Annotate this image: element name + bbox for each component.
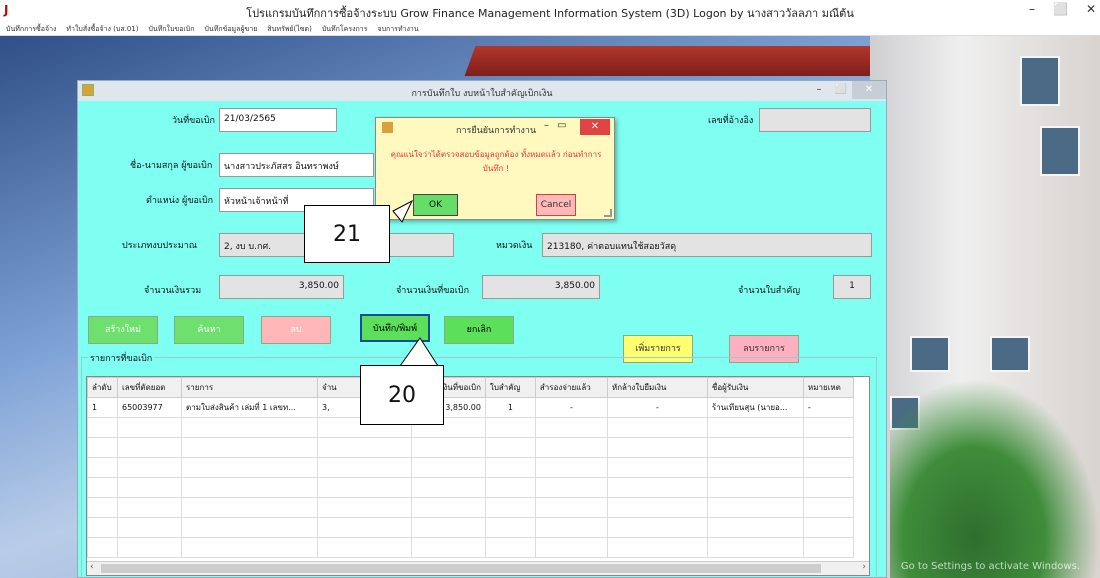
ref-no-label: เลขที่อ้างอิง [708, 116, 754, 126]
dialog-maximize-icon[interactable]: ▭ [557, 120, 566, 131]
table-cell: - [606, 397, 708, 418]
callout-step-20: 20 [360, 365, 444, 425]
building-window [1020, 56, 1060, 106]
dialog-minimize-icon[interactable]: – [544, 120, 549, 131]
table-cell: ร้านเทียนสุน (นายอ... [706, 397, 804, 418]
table-cell: - [802, 397, 854, 418]
dialog-ok-button[interactable]: OK [413, 194, 458, 216]
main-window-title: โปรแกรมบันทึกการซื้อจ้างระบบ Grow Financ… [246, 7, 854, 20]
background-roof [464, 46, 896, 76]
column-header[interactable]: ลำดับ [87, 377, 118, 398]
building-window [910, 336, 950, 372]
menu-item-purchase-order[interactable]: ทำใบสั่งซื้อจ้าง (บส.01) [66, 22, 138, 35]
table-row-empty [87, 437, 854, 458]
table-row-empty [87, 537, 854, 558]
menubar: บันทึกการซื้อจ้าง ทำใบสั่งซื้อจ้าง (บส.0… [0, 22, 1100, 36]
cancel-button[interactable]: ยกเลิก [444, 316, 514, 344]
table-row-empty [87, 517, 854, 538]
total-field[interactable]: 3,850.00 [219, 275, 344, 299]
form-window-controls: – ⬜ ✕ [808, 81, 886, 99]
total-label: จำนวนเงินรวม [144, 286, 202, 296]
column-header[interactable]: สำรองจ่ายแล้ว [534, 377, 608, 398]
requested-amount-label: จำนวนเงินที่ขอเบิก [396, 286, 470, 296]
maximize-icon[interactable]: ⬜ [1053, 2, 1068, 16]
search-button[interactable]: ค้นหา [174, 316, 244, 344]
request-items-table: ลำดับ เลขที่ตัดยอด รายการ จำน จำนวนเงินท… [87, 377, 854, 558]
menu-item-assets[interactable]: สินทรัพย์(ไซด) [267, 22, 311, 35]
confirm-dialog: การยืนยันการทำงาน – ▭ ✕ คุณแน่ใจว่าได้ตร… [375, 117, 615, 220]
request-date-label: วันที่ขอเบิก [172, 116, 215, 126]
dialog-close-icon[interactable]: ✕ [580, 119, 610, 135]
table-row[interactable]: 1 65003977 ตามใบส่งสินค้า เล่มที่ 1 เลขท… [87, 397, 854, 418]
category-label: หมวดเงิน [496, 241, 533, 251]
close-icon[interactable]: ✕ [1086, 2, 1096, 16]
request-items-group: รายการที่ขอเบิก ลำดับ เลขที่ตัดยอด รายกา… [81, 351, 877, 578]
main-window-controls: – ⬜ ✕ [1029, 2, 1096, 16]
table-row-empty [87, 417, 854, 438]
budget-type-label: ประเภทงบประมาณ [122, 241, 198, 251]
minimize-icon[interactable]: – [1029, 2, 1035, 16]
table-cell: - [534, 397, 608, 418]
menu-item-purchase[interactable]: บันทึกการซื้อจ้าง [6, 22, 56, 35]
requested-amount-field[interactable]: 3,850.00 [482, 275, 600, 299]
scroll-left-icon[interactable]: ‹ [90, 562, 94, 572]
background-tree [890, 378, 1100, 578]
callout-step-21: 21 [304, 205, 390, 263]
position-label: ตำแหน่ง ผู้ขอเบิก [146, 196, 214, 206]
menu-item-exit[interactable]: จบการทำงาน [377, 22, 418, 35]
request-date-field[interactable]: 21/03/2565 [219, 108, 337, 132]
dialog-message: คุณแน่ใจว่าได้ตรวจสอบข้อมูลถูกต้อง ทั้งห… [390, 150, 602, 173]
menu-item-request-voucher[interactable]: บันทึกใบขอเบิก [148, 22, 194, 35]
menu-item-vendor[interactable]: บันทึกข้อมูลผู้ขาย [204, 22, 257, 35]
scrollbar-thumb[interactable] [101, 564, 821, 573]
form-maximize-icon[interactable]: ⬜ [830, 81, 852, 99]
building-window [1040, 126, 1080, 176]
requester-field[interactable]: นางสาวประภัสสร อินทราพงษ์ [219, 153, 374, 177]
column-header[interactable]: เลขที่ตัดยอด [117, 377, 182, 398]
dialog-title: การยืนยันการทำงาน [456, 126, 537, 136]
form-title: การบันทึกใบ งบหน้าใบสำคัญเบิกเงิน [411, 89, 553, 99]
table-row-empty [87, 497, 854, 518]
table-row-empty [87, 477, 854, 498]
category-field[interactable]: 213180, ค่าตอบแทนใช้สอยวัสดุ [542, 233, 872, 257]
request-items-grid[interactable]: ลำดับ เลขที่ตัดยอด รายการ จำน จำนวนเงินท… [86, 376, 870, 576]
column-header[interactable]: หมายเหต [802, 377, 854, 398]
table-cell: 65003977 [117, 397, 182, 418]
form-close-icon[interactable]: ✕ [852, 81, 886, 99]
dialog-cancel-button[interactable]: Cancel [536, 194, 576, 216]
table-row-empty [87, 457, 854, 478]
main-titlebar: J โปรแกรมบันทึกการซื้อจ้างระบบ Grow Fina… [0, 0, 1100, 22]
horizontal-scrollbar[interactable]: ‹ › [87, 561, 869, 575]
voucher-count-field[interactable]: 1 [833, 275, 871, 299]
requester-label: ชื่อ-นามสกุล ผู้ขอเบิก [130, 161, 213, 171]
table-cell: 1 [484, 397, 536, 418]
save-print-button[interactable]: บันทึก/พิมพ์ [360, 314, 430, 342]
activate-windows-watermark: Go to Settings to activate Windows. [900, 561, 1080, 572]
form-minimize-icon[interactable]: – [808, 81, 830, 99]
column-header[interactable]: ใบสำคัญ [484, 377, 536, 398]
dialog-app-icon [382, 122, 393, 133]
new-button[interactable]: สร้างใหม่ [88, 316, 158, 344]
request-items-group-title: รายการที่ขอเบิก [88, 351, 155, 365]
scroll-right-icon[interactable]: › [862, 562, 866, 572]
building-window [990, 336, 1030, 372]
ref-no-field[interactable] [759, 108, 871, 132]
form-titlebar: การบันทึกใบ งบหน้าใบสำคัญเบิกเงิน – ⬜ ✕ [78, 81, 886, 101]
table-header-row: ลำดับ เลขที่ตัดยอด รายการ จำน จำนวนเงินท… [87, 377, 854, 398]
table-cell: ตามใบส่งสินค้า เล่มที่ 1 เลขท... [181, 397, 318, 418]
table-cell: 1 [87, 397, 118, 418]
column-header[interactable]: ชื่อผู้รับเงิน [706, 377, 804, 398]
dialog-titlebar: การยืนยันการทำงาน – ▭ ✕ [376, 118, 614, 138]
column-header[interactable]: รายการ [181, 377, 318, 398]
delete-button[interactable]: ลบ [261, 316, 331, 344]
resize-grip-icon[interactable] [604, 209, 612, 217]
column-header[interactable]: หักล้างใบยืมเงิน [606, 377, 708, 398]
menu-item-project[interactable]: บันทึกโครงการ [322, 22, 368, 35]
voucher-count-label: จำนวนใบสำคัญ [738, 286, 801, 296]
